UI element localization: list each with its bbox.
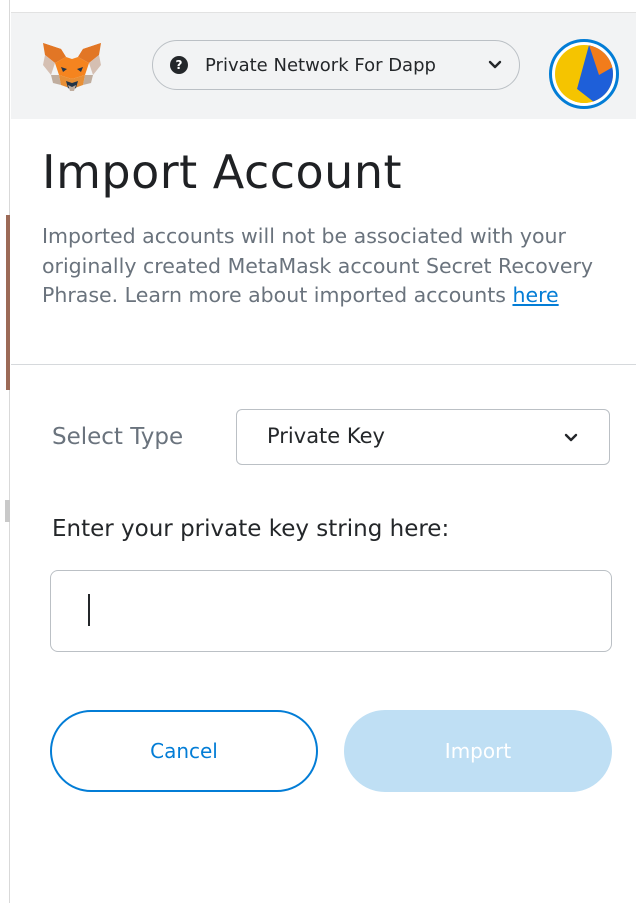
left-edge-tick <box>5 500 10 522</box>
text-cursor <box>88 594 90 626</box>
import-account-page: ? Private Network For Dapp Import Accoun… <box>0 0 636 903</box>
select-type-label: Select Type <box>52 424 184 450</box>
chevron-down-icon <box>561 428 581 448</box>
private-key-input[interactable] <box>50 570 612 652</box>
learn-more-link[interactable]: here <box>512 283 558 307</box>
network-name: Private Network For Dapp <box>205 54 436 76</box>
cancel-button[interactable]: Cancel <box>50 710 318 792</box>
network-selector[interactable]: ? Private Network For Dapp <box>152 40 520 90</box>
account-identicon[interactable] <box>549 39 619 109</box>
app-header: ? Private Network For Dapp <box>11 12 636 119</box>
section-divider <box>11 364 636 365</box>
metamask-fox-icon[interactable] <box>41 41 103 93</box>
network-status-icon: ? <box>170 56 188 74</box>
import-button[interactable]: Import <box>344 710 612 792</box>
private-key-label: Enter your private key string here: <box>52 516 450 542</box>
import-type-value: Private Key <box>267 424 385 448</box>
description-text: Imported accounts will not be associated… <box>42 224 594 307</box>
import-type-dropdown[interactable]: Private Key <box>236 409 610 465</box>
page-description: Imported accounts will not be associated… <box>42 222 632 311</box>
chevron-down-icon <box>485 55 505 75</box>
page-title: Import Account <box>42 145 403 199</box>
left-edge-border <box>0 0 10 903</box>
left-edge-marker <box>6 215 10 390</box>
